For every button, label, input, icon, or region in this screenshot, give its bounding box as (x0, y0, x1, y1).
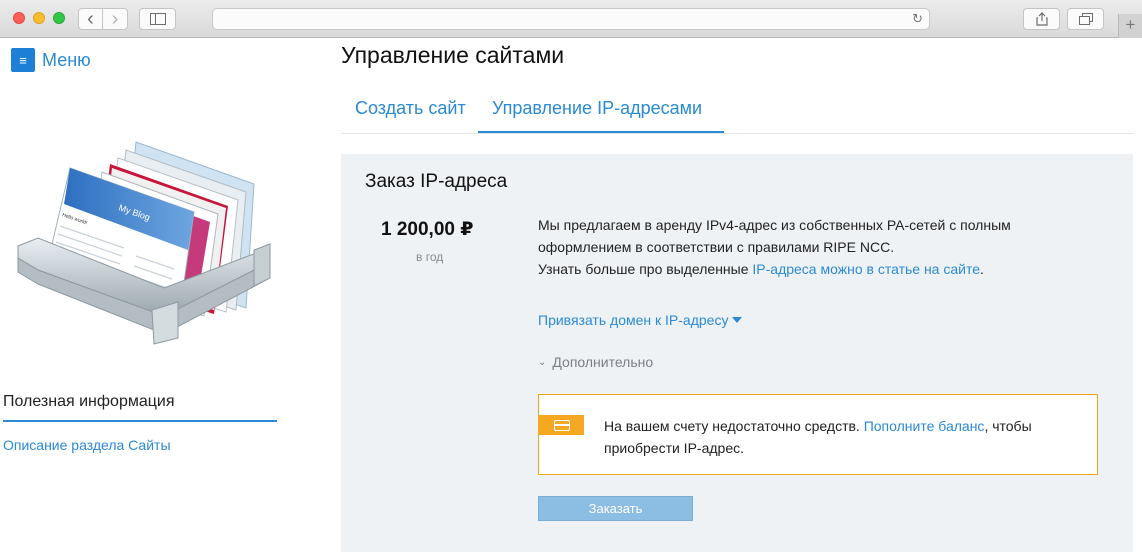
price: 1 200,00 ₽ (381, 219, 474, 240)
new-tab-button[interactable]: + (1118, 14, 1142, 38)
forward-button[interactable]: › (102, 8, 128, 30)
menu-label: Меню (42, 49, 91, 70)
chevron-left-icon: ‹ (87, 8, 94, 30)
sites-section-description-link[interactable]: Описание раздела Сайты (3, 437, 171, 453)
hamburger-icon: ≡ (11, 48, 35, 72)
additional-toggle[interactable]: ⌄ Дополнительно (538, 354, 653, 370)
active-tab-indicator (478, 131, 724, 133)
close-window-button[interactable] (13, 12, 25, 24)
alert-text-prefix: На вашем счету недостаточно средств. (604, 418, 864, 434)
caret-down-icon (732, 317, 743, 323)
description-line2-prefix: Узнать больше про выделенные (538, 261, 753, 277)
description-line2-suffix: . (980, 261, 984, 277)
back-button[interactable]: ‹ (78, 8, 103, 30)
top-up-balance-link[interactable]: Пополните баланс (864, 418, 985, 434)
sidebar-icon (149, 13, 166, 25)
reload-icon[interactable]: ↻ (912, 11, 923, 27)
show-tabs-button[interactable] (1067, 8, 1104, 30)
tab-bar: Создать сайт Управление IP-адресами (341, 86, 1133, 134)
bind-domain-label: Привязать домен к IP-адресу (538, 312, 729, 328)
tab-ip-management[interactable]: Управление IP-адресами (492, 98, 702, 119)
bind-domain-toggle[interactable]: Привязать домен к IP-адресу (538, 312, 743, 328)
minimize-window-button[interactable] (33, 12, 45, 24)
chevron-right-icon: › (111, 8, 119, 30)
sites-illustration: My Blog Hello world! (17, 141, 271, 345)
page-title: Управление сайтами (341, 42, 565, 68)
ip-description: Мы предлагаем в аренду IPv4-адрес из соб… (538, 214, 1098, 280)
browser-toolbar: ‹ › ↻ + (0, 0, 1142, 38)
ip-order-panel: Заказ IP-адреса 1 200,00 ₽ в год Мы пред… (341, 154, 1133, 552)
share-icon (1035, 12, 1048, 26)
price-period: в год (416, 250, 444, 264)
chevron-down-icon: ⌄ (538, 356, 547, 368)
useful-info-divider (3, 420, 277, 422)
order-button[interactable]: Заказать (538, 496, 693, 521)
tabs-icon (1078, 13, 1093, 25)
sidebar-toggle-button[interactable] (139, 8, 176, 30)
ip-article-link[interactable]: IP-адреса можно в статье на сайте (752, 261, 980, 277)
insufficient-funds-alert: На вашем счету недостаточно средств. Поп… (538, 394, 1098, 475)
alert-text: На вашем счету недостаточно средств. Поп… (604, 415, 1084, 459)
zoom-window-button[interactable] (53, 12, 65, 24)
address-bar[interactable]: ↻ (212, 8, 930, 30)
useful-info-heading: Полезная информация (3, 393, 175, 410)
description-line1: Мы предлагаем в аренду IPv4-адрес из соб… (538, 217, 1011, 255)
panel-title: Заказ IP-адреса (365, 171, 508, 192)
credit-card-icon (553, 419, 570, 431)
tab-create-site[interactable]: Создать сайт (355, 98, 466, 119)
share-button[interactable] (1023, 8, 1060, 30)
alert-icon-strip (539, 415, 584, 435)
menu-button[interactable]: ≡ Меню (11, 48, 91, 72)
additional-label: Дополнительно (552, 354, 654, 370)
